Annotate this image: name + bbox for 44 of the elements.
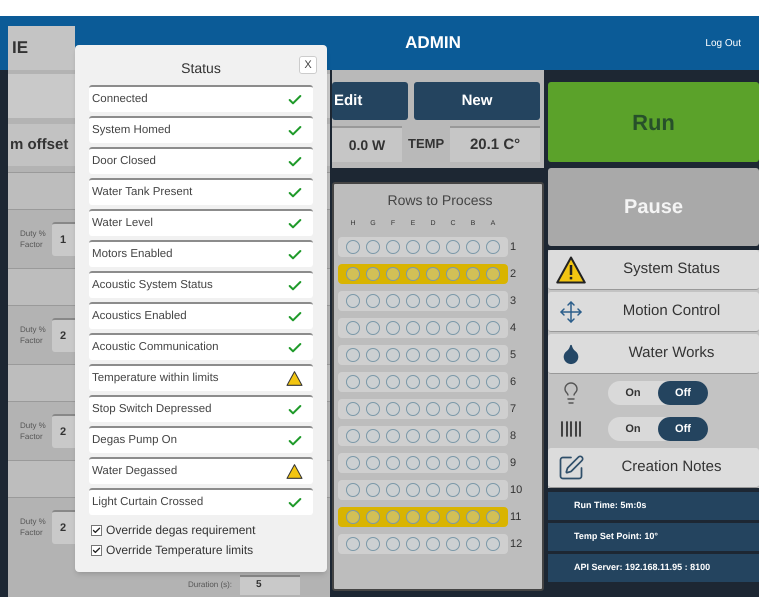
status-row: Acoustics Enabled: [89, 302, 313, 329]
status-row: System Homed: [89, 116, 313, 143]
status-row: Degas Pump On: [89, 426, 313, 453]
status-row: Water Tank Present: [89, 178, 313, 205]
row-number: 3: [510, 294, 516, 309]
temp-label: TEMP: [408, 135, 444, 154]
dialog-title: Status: [181, 59, 221, 78]
status-row: Water Degassed: [89, 457, 313, 484]
row-number: 7: [510, 402, 516, 417]
row-number: 4: [510, 320, 516, 336]
row-number: 8: [510, 428, 516, 444]
status-row: Connected: [89, 85, 313, 112]
power-readout: 0.0 W: [332, 126, 402, 162]
toggle-on-option: On: [608, 417, 658, 441]
info-bar: API Server: 192.168.11.95 : 8100: [548, 554, 759, 582]
status-row: Door Closed: [89, 147, 313, 174]
temp-readout: 20.1 C°: [450, 126, 540, 162]
row-number: 1: [510, 240, 516, 255]
toggle-on-option: On: [608, 381, 658, 405]
duty-factor-label: Duty % Factor: [20, 324, 47, 346]
offset-label: m offset: [10, 134, 68, 155]
status-row: Temperature within limits: [89, 364, 313, 391]
info-bar: Temp Set Point: 10°: [548, 523, 759, 551]
row-number: 2: [510, 266, 516, 282]
row-number: 9: [510, 456, 516, 471]
row-number: 12: [510, 536, 522, 552]
status-row: Light Curtain Crossed: [89, 488, 313, 515]
status-row: Acoustic System Status: [89, 271, 313, 298]
duty-factor-label: Duty % Factor: [20, 516, 47, 538]
duty-factor-label: Duty % Factor: [20, 228, 47, 250]
toggle-off-option: Off: [658, 417, 708, 441]
status-row: Water Level: [89, 209, 313, 236]
row-number: 6: [510, 374, 516, 390]
duty-factor-label: Duty % Factor: [20, 420, 47, 442]
status-row: Motors Enabled: [89, 240, 313, 267]
row-number: 10: [510, 482, 522, 498]
row-number: 11: [510, 510, 522, 525]
info-bar: Run Time: 5m:0s: [548, 492, 759, 520]
row-number: 5: [510, 348, 516, 363]
duration-label: Duration (s):: [188, 579, 232, 591]
status-row: Stop Switch Depressed: [89, 395, 313, 422]
status-row: Acoustic Communication: [89, 333, 313, 360]
toggle-off-option: Off: [658, 381, 708, 405]
rows-panel-title: Rows to Process: [387, 191, 493, 210]
